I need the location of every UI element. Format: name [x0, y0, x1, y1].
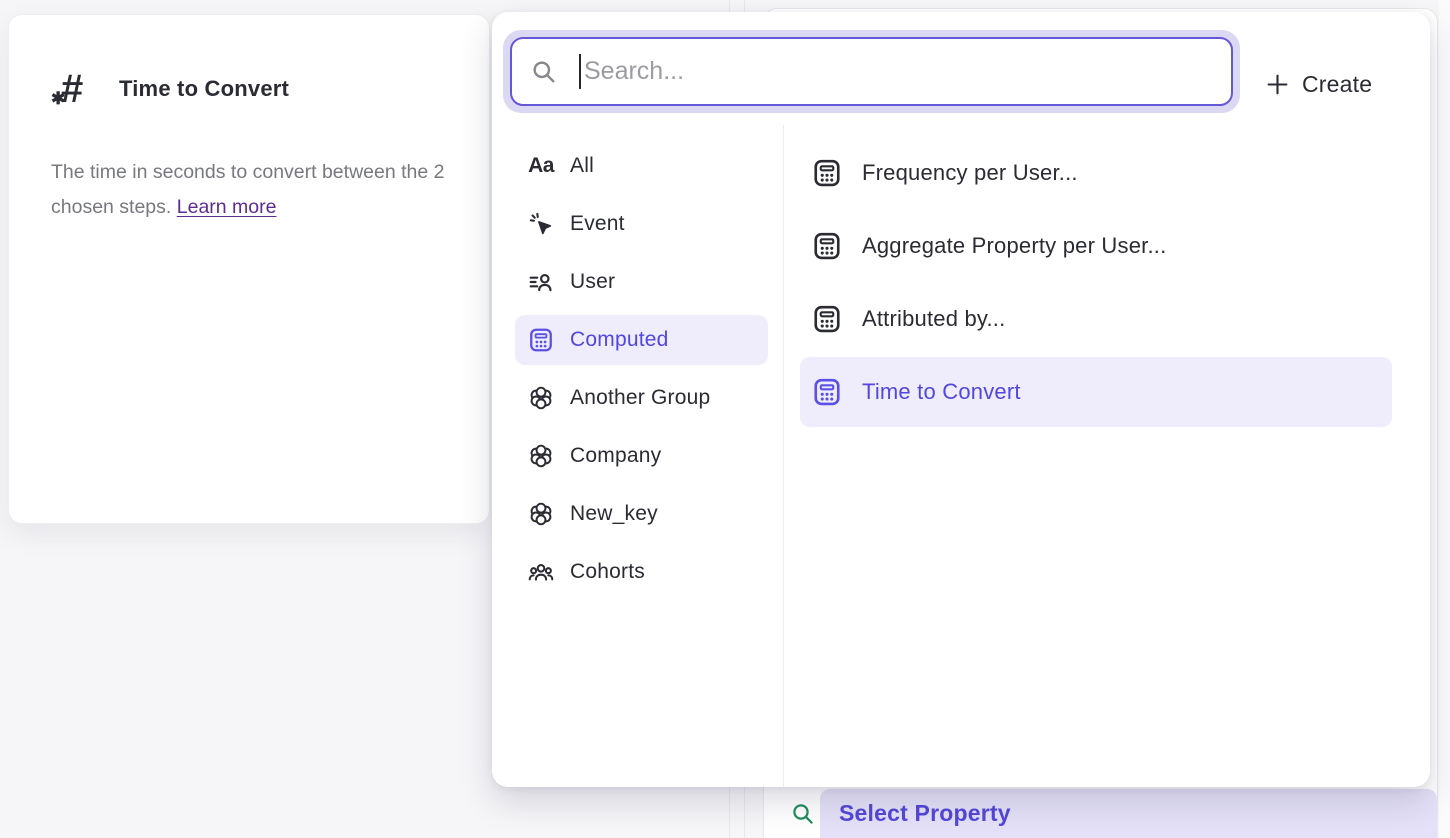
result-item-time-to-convert[interactable]: Time to Convert: [800, 357, 1392, 427]
calculator-icon: [812, 231, 842, 261]
category-item-all[interactable]: Aa All: [515, 141, 768, 191]
category-label: All: [570, 154, 594, 178]
group-cluster-icon: [528, 443, 554, 469]
result-item-attributed-by[interactable]: Attributed by...: [800, 284, 1392, 354]
category-label: User: [570, 270, 615, 294]
category-item-new-key[interactable]: New_key: [515, 489, 768, 539]
result-label: Frequency per User...: [862, 160, 1078, 186]
category-label: Another Group: [570, 386, 710, 410]
star-glyph: ✱: [51, 89, 65, 109]
learn-more-link[interactable]: Learn more: [177, 196, 277, 218]
search-field-focus-ring: [503, 30, 1240, 113]
results-list: Frequency per User... Aggregate Property…: [800, 138, 1392, 430]
calculator-icon: [812, 304, 842, 334]
search-input[interactable]: [581, 57, 1212, 86]
numeric-hash-icon: # ✱: [51, 63, 97, 115]
tooltip-card: # ✱ Time to Convert The time in seconds …: [8, 14, 490, 524]
calculator-icon: [528, 327, 554, 353]
tooltip-title: Time to Convert: [119, 76, 289, 102]
tooltip-description: The time in seconds to convert between t…: [51, 155, 451, 225]
create-button-label: Create: [1302, 71, 1372, 98]
result-item-frequency-per-user[interactable]: Frequency per User...: [800, 138, 1392, 208]
background-panel-edge: [1439, 0, 1450, 838]
category-item-event[interactable]: Event: [515, 199, 768, 249]
category-item-company[interactable]: Company: [515, 431, 768, 481]
category-label: Cohorts: [570, 560, 645, 584]
select-property-button[interactable]: Select Property: [820, 789, 1437, 838]
category-item-computed[interactable]: Computed: [515, 315, 768, 365]
user-list-icon: [528, 269, 554, 295]
plus-icon: [1266, 73, 1289, 96]
text-format-icon: Aa: [528, 153, 554, 179]
cohort-people-icon: [528, 559, 554, 585]
category-label: Company: [570, 444, 661, 468]
category-item-user[interactable]: User: [515, 257, 768, 307]
group-cluster-icon: [528, 385, 554, 411]
create-button[interactable]: Create: [1266, 62, 1372, 106]
select-property-label: Select Property: [820, 800, 1011, 827]
result-label: Attributed by...: [862, 306, 1005, 332]
calculator-icon: [812, 158, 842, 188]
category-label: Event: [570, 212, 625, 236]
category-label: New_key: [570, 502, 658, 526]
category-item-cohorts[interactable]: Cohorts: [515, 547, 768, 597]
search-icon: [531, 59, 557, 85]
category-item-another-group[interactable]: Another Group: [515, 373, 768, 423]
calculator-icon: [812, 377, 842, 407]
category-list: Aa All Event User Computed: [515, 141, 768, 605]
result-item-aggregate-property-per-user[interactable]: Aggregate Property per User...: [800, 211, 1392, 281]
tooltip-header: # ✱ Time to Convert: [51, 63, 289, 115]
group-cluster-icon: [528, 501, 554, 527]
property-picker-panel: Create Aa All Event User: [492, 12, 1430, 787]
panel-divider: [783, 125, 784, 787]
search-field[interactable]: [510, 37, 1233, 106]
category-label: Computed: [570, 328, 669, 352]
result-label: Aggregate Property per User...: [862, 233, 1166, 259]
result-label: Time to Convert: [862, 379, 1021, 405]
click-cursor-icon: [528, 211, 554, 237]
screen: Select Property # ✱ Time to Convert The …: [0, 0, 1450, 838]
select-property-search-icon: [791, 802, 815, 826]
